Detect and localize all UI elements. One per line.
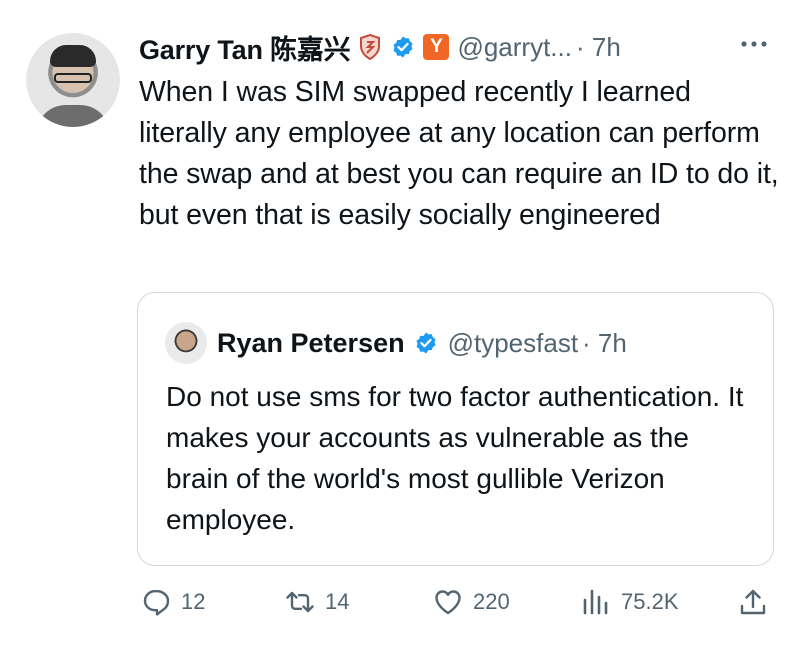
quote-header: Ryan Petersen @typesfast · 7h: [217, 323, 627, 363]
repost-count: 14: [325, 589, 350, 614]
share-button[interactable]: [738, 582, 768, 622]
tweet: Garry Tan 陈嘉兴 Y @garryt... · 7h When I w…: [0, 0, 800, 646]
reply-count: 12: [181, 589, 206, 614]
quote-avatar[interactable]: [165, 322, 207, 364]
shield-badge-icon: [360, 34, 381, 60]
quote-author-handle[interactable]: @typesfast: [448, 328, 578, 359]
quote-time[interactable]: · 7h: [582, 328, 627, 359]
tweet-time[interactable]: · 7h: [576, 32, 621, 63]
avatar-hair: [50, 45, 96, 67]
avatar-glasses: [54, 73, 92, 83]
like-button[interactable]: 220: [433, 582, 510, 622]
quote-text: Do not use sms for two factor authentica…: [166, 381, 744, 535]
views-count: 75.2K: [621, 589, 679, 614]
reply-icon: [143, 589, 170, 616]
author-handle[interactable]: @garryt...: [457, 32, 572, 63]
avatar-shirt: [36, 105, 110, 127]
verified-icon: [416, 332, 436, 354]
action-bar: 12 14 220 75.2K: [139, 582, 779, 622]
more-icon[interactable]: [738, 34, 770, 54]
author-name[interactable]: Garry Tan 陈嘉兴: [139, 28, 351, 67]
views-icon: [583, 589, 608, 615]
quote-author-name[interactable]: Ryan Petersen: [217, 328, 405, 359]
repost-icon: [286, 591, 314, 613]
avatar[interactable]: [26, 33, 120, 127]
repost-button[interactable]: 14: [285, 582, 349, 622]
verified-icon: [393, 36, 413, 58]
yc-badge[interactable]: Y: [423, 34, 450, 60]
tweet-header: Garry Tan 陈嘉兴 Y @garryt... · 7h: [139, 28, 621, 66]
reply-button[interactable]: 12: [141, 582, 205, 622]
like-icon: [435, 590, 461, 615]
share-icon: [740, 589, 766, 615]
views-button[interactable]: 75.2K: [581, 582, 679, 622]
like-count: 220: [473, 589, 510, 614]
tweet-text: When I was SIM swapped recently I learne…: [139, 76, 779, 231]
quoted-tweet[interactable]: Ryan Petersen @typesfast · 7h Do not use…: [137, 292, 774, 566]
